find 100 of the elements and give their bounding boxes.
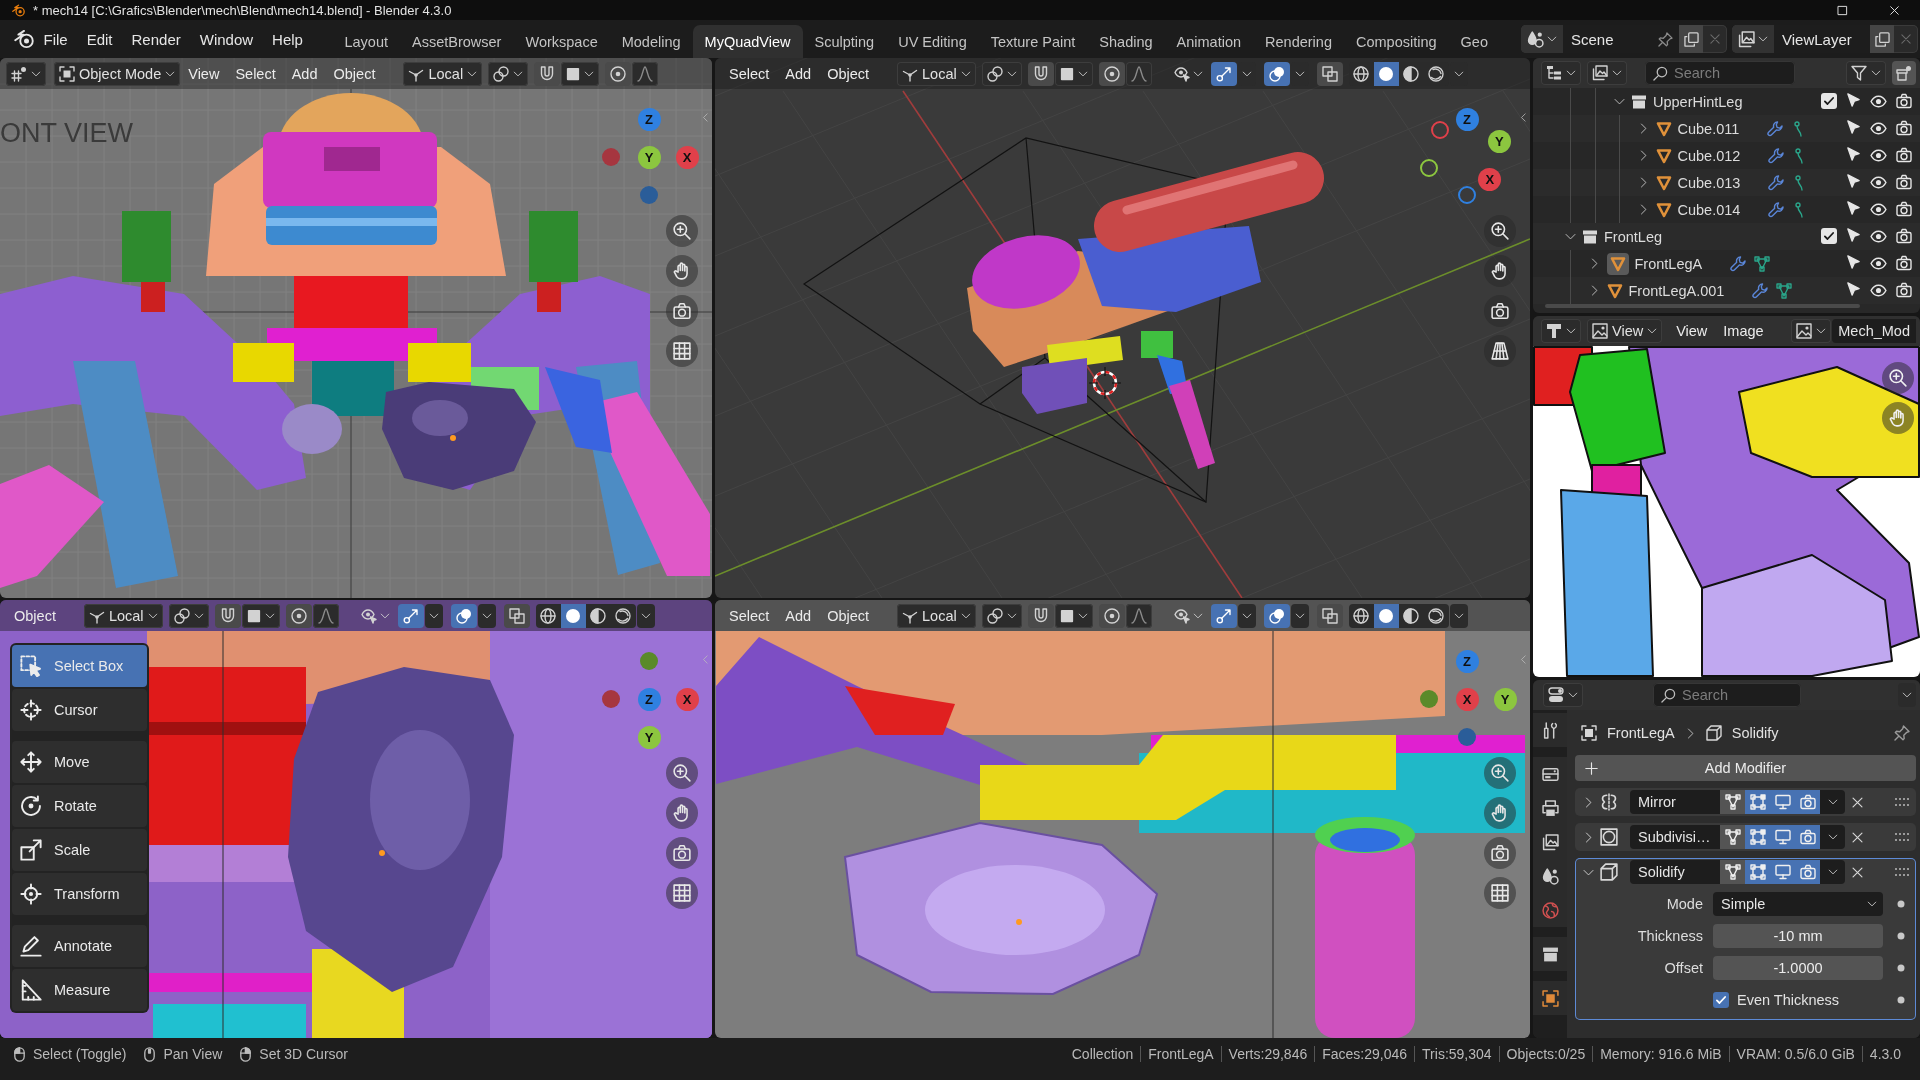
new-view-layer-button[interactable] xyxy=(1870,25,1894,53)
arrow-gizmo-icon[interactable] xyxy=(1215,65,1232,82)
chevron-right-icon[interactable] xyxy=(1638,177,1649,188)
menu-item[interactable]: Edit xyxy=(77,25,123,53)
tool-button[interactable]: Select Box xyxy=(12,645,147,687)
menu-item[interactable]: Render xyxy=(122,25,191,53)
orientation-dropdown[interactable]: Local xyxy=(403,61,483,86)
number-field[interactable]: -10 mm xyxy=(1713,924,1883,948)
workspace-tab[interactable]: Geo xyxy=(1448,25,1500,58)
menu-item[interactable]: Select xyxy=(721,61,778,86)
overlapping-circles-icon[interactable] xyxy=(1268,607,1285,624)
caret-icon[interactable] xyxy=(1453,610,1464,621)
workspace-tab[interactable]: Shading xyxy=(1087,25,1165,58)
properties-tab[interactable] xyxy=(1533,981,1567,1015)
pivot-dropdown[interactable] xyxy=(168,603,209,628)
solid-sphere-icon[interactable] xyxy=(1378,65,1395,82)
arrow-pointer-icon[interactable] xyxy=(1846,228,1861,243)
pivot-dropdown[interactable] xyxy=(981,603,1022,628)
pan-button[interactable] xyxy=(1484,797,1516,829)
camera-view-button[interactable] xyxy=(1484,295,1516,327)
workspace-tab[interactable]: Compositing xyxy=(1343,25,1449,58)
gizmo-toggle[interactable] xyxy=(397,603,424,628)
grid-icon[interactable] xyxy=(673,884,691,902)
chevron-right-icon[interactable] xyxy=(1589,258,1600,269)
triangle-icon[interactable] xyxy=(1655,174,1672,191)
eye-icon[interactable] xyxy=(1870,147,1887,164)
drops-icon[interactable] xyxy=(1527,30,1544,48)
gizmo-toggle[interactable] xyxy=(1210,61,1237,86)
shading-button[interactable] xyxy=(585,603,611,628)
new-scene-button[interactable] xyxy=(1679,25,1703,53)
square-icon[interactable] xyxy=(1059,66,1074,81)
snap-toggle[interactable] xyxy=(214,603,241,628)
triangle-icon[interactable] xyxy=(1655,120,1672,137)
workspace-tab[interactable]: Animation xyxy=(1164,25,1254,58)
workspace-tab[interactable]: AssetBrowser xyxy=(400,25,514,58)
overlays-toggle[interactable] xyxy=(1263,61,1290,86)
zoom-icon[interactable] xyxy=(1889,369,1907,387)
caret-icon[interactable] xyxy=(1077,610,1088,621)
mode-dropdown[interactable]: Object Mode xyxy=(54,61,181,86)
arrow-gizmo-icon[interactable] xyxy=(1215,607,1232,624)
scale-icon[interactable] xyxy=(20,839,42,861)
snap-target-dropdown[interactable] xyxy=(1054,603,1093,628)
workspace-tab[interactable]: Sculpting xyxy=(802,25,887,58)
overlapping-circles-icon[interactable] xyxy=(455,607,472,624)
triangle-icon[interactable] xyxy=(1655,147,1672,164)
bracket-square-icon[interactable] xyxy=(59,65,75,82)
blender-logo-icon[interactable] xyxy=(14,29,34,49)
crosshair-icon[interactable] xyxy=(20,699,42,721)
bell-curve-icon[interactable] xyxy=(637,65,654,82)
select-dropdown[interactable]: Simple xyxy=(1713,892,1883,916)
bracket-square-icon[interactable] xyxy=(1541,989,1559,1007)
linked-circles-icon[interactable] xyxy=(986,65,1003,82)
menu-item[interactable]: Window xyxy=(190,25,263,53)
zoom-icon[interactable] xyxy=(1491,764,1509,782)
view-layer-name-field[interactable]: ViewLayer xyxy=(1774,25,1870,53)
view-layer-browse-dropdown[interactable] xyxy=(1732,25,1774,53)
tool-button[interactable]: Scale xyxy=(12,829,147,871)
editor-type-dropdown[interactable] xyxy=(1543,683,1583,707)
snap-toggle[interactable] xyxy=(1027,603,1054,628)
falloff-dropdown[interactable] xyxy=(1125,61,1152,86)
image-stack-icon[interactable] xyxy=(1738,30,1755,48)
xray-icon[interactable] xyxy=(1321,65,1338,82)
caret-icon[interactable] xyxy=(1006,610,1017,621)
half-sphere-icon[interactable] xyxy=(1403,607,1420,624)
chevron-right-icon[interactable] xyxy=(1638,123,1649,134)
magnet-icon[interactable] xyxy=(1032,65,1049,82)
eye-icon[interactable] xyxy=(1870,255,1887,272)
plus-icon[interactable] xyxy=(1585,761,1598,775)
eye-icon[interactable] xyxy=(1870,201,1887,218)
caret-icon[interactable] xyxy=(1647,326,1658,336)
snap-target-dropdown[interactable] xyxy=(241,603,280,628)
image-name-field[interactable]: Mech_Mod xyxy=(1832,319,1916,343)
workspace-tab[interactable]: Modeling xyxy=(609,25,693,58)
pan-button[interactable] xyxy=(666,797,698,829)
snap-target-dropdown[interactable] xyxy=(561,61,600,86)
toggles-icon[interactable] xyxy=(1548,687,1564,703)
shading-button[interactable] xyxy=(1398,603,1424,628)
wireframe-sphere-icon[interactable] xyxy=(1353,607,1370,624)
tool-button[interactable]: Measure xyxy=(12,969,147,1011)
xray-toggle[interactable] xyxy=(503,603,530,628)
pan-button[interactable] xyxy=(666,255,698,287)
paint-roller-icon[interactable] xyxy=(1546,323,1562,339)
pivot-dropdown[interactable] xyxy=(488,61,529,86)
circle-dot-icon[interactable] xyxy=(290,607,307,624)
perspective-grid-icon[interactable] xyxy=(1491,342,1509,360)
menu-item[interactable]: Select xyxy=(227,61,284,86)
tool-button[interactable]: Move xyxy=(12,741,147,783)
arrow-pointer-icon[interactable] xyxy=(1846,93,1861,108)
zoom-icon[interactable] xyxy=(1491,222,1509,240)
snap-toggle[interactable] xyxy=(1027,61,1054,86)
workspace-tab[interactable]: UV Editing xyxy=(886,25,979,58)
eye-icon[interactable] xyxy=(1870,174,1887,191)
editor-type-dropdown[interactable] xyxy=(1541,319,1581,343)
globe-icon[interactable] xyxy=(1541,901,1559,919)
half-sphere-icon[interactable] xyxy=(590,607,607,624)
transform-icon[interactable] xyxy=(20,883,42,905)
tool-button[interactable]: Transform xyxy=(12,873,147,915)
arrow-pointer-icon[interactable] xyxy=(1846,147,1861,162)
projection-toggle[interactable] xyxy=(666,335,698,367)
chevron-right-icon[interactable] xyxy=(1589,285,1600,296)
